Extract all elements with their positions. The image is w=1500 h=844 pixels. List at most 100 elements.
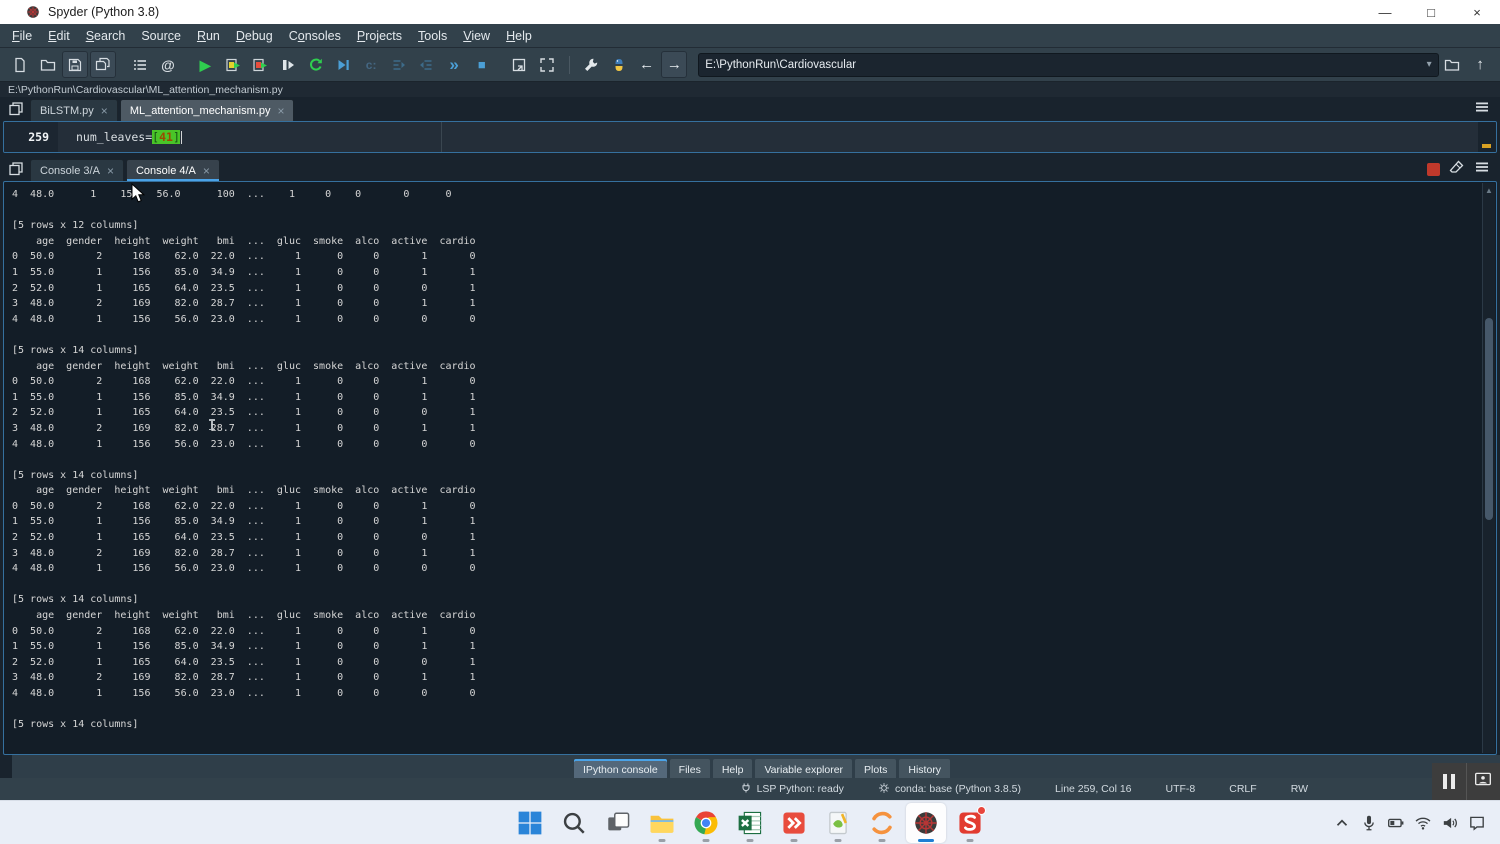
- scrollbar-up-icon[interactable]: ▲: [1483, 183, 1495, 195]
- pane-tab-bar: IPython consoleFilesHelpVariable explore…: [12, 755, 1500, 778]
- taskbar-start[interactable]: [510, 803, 550, 843]
- working-directory-input[interactable]: [705, 59, 1422, 71]
- debug-file-button[interactable]: [331, 51, 357, 78]
- editor-tab-bilstm-py[interactable]: BiLSTM.py×: [30, 99, 118, 121]
- taskbar-excel[interactable]: [730, 803, 770, 843]
- battery-icon[interactable]: [1387, 814, 1405, 832]
- run-selection-button[interactable]: [275, 51, 301, 78]
- folder-icon: [40, 57, 56, 73]
- code-line[interactable]: num_leaves=[41]: [58, 122, 182, 152]
- preferences-button[interactable]: [578, 51, 604, 78]
- cont-icon: »: [449, 56, 458, 73]
- console-output[interactable]: 4 48.0 1 156 56.0 100 ... 1 0 0 0 0 [5 r…: [4, 182, 1496, 733]
- rerun-cell-button[interactable]: [303, 51, 329, 78]
- debug-continue-button[interactable]: »: [441, 51, 467, 78]
- close-icon[interactable]: ×: [101, 104, 108, 118]
- menu-help[interactable]: Help: [498, 26, 540, 46]
- close-icon[interactable]: ×: [203, 164, 210, 178]
- scrollbar-thumb[interactable]: [1485, 318, 1493, 520]
- microphone-icon[interactable]: [1360, 814, 1378, 832]
- menu-edit[interactable]: Edit: [40, 26, 78, 46]
- close-icon[interactable]: ×: [107, 164, 114, 178]
- taskbar-chrome[interactable]: [686, 803, 726, 843]
- console-tab-console-3-a[interactable]: Console 3/A×: [30, 159, 124, 181]
- find-symbols-button[interactable]: @: [155, 51, 181, 78]
- forward-button[interactable]: →: [661, 51, 687, 78]
- wifi-icon[interactable]: [1414, 814, 1432, 832]
- console-tab-console-4-a[interactable]: Console 4/A×: [126, 159, 220, 181]
- step-into-button[interactable]: [386, 51, 412, 78]
- browse-tabs-icon[interactable]: [4, 98, 28, 120]
- editor-pane[interactable]: 259 num_leaves=[41]: [3, 121, 1497, 153]
- snapshot-button[interactable]: [1467, 763, 1500, 800]
- maximize-pane-button[interactable]: [506, 51, 532, 78]
- tray-expand-icon[interactable]: [1333, 814, 1351, 832]
- pane-tab-ipython-console[interactable]: IPython console: [574, 759, 667, 778]
- status-bar: LSP Python: ready conda: base (Python 3.…: [0, 778, 1500, 800]
- console-pane[interactable]: 4 48.0 1 156 56.0 100 ... 1 0 0 0 0 [5 r…: [3, 181, 1497, 755]
- spyder-icon: [913, 810, 939, 836]
- menu-debug[interactable]: Debug: [228, 26, 281, 46]
- taskbar-search[interactable]: [554, 803, 594, 843]
- fullscreen-button[interactable]: [534, 51, 560, 78]
- run-cell-advance-button[interactable]: [248, 51, 274, 78]
- editor-options-menu-icon[interactable]: [1474, 99, 1490, 120]
- debug-run-line-button[interactable]: c:: [358, 51, 384, 78]
- new-file-button[interactable]: [7, 51, 33, 78]
- taskbar-s-app[interactable]: [950, 803, 990, 843]
- interrupt-kernel-button[interactable]: [1427, 163, 1440, 176]
- open-directory-button[interactable]: [1440, 51, 1466, 78]
- menu-projects[interactable]: Projects: [349, 26, 410, 46]
- pause-icon: [1443, 774, 1455, 789]
- save-file-button[interactable]: [62, 51, 88, 78]
- close-icon[interactable]: ×: [277, 104, 284, 118]
- menu-file[interactable]: File: [4, 26, 40, 46]
- taskbar-red-arrows-app[interactable]: [774, 803, 814, 843]
- close-button[interactable]: ×: [1454, 0, 1500, 24]
- menu-run[interactable]: Run: [189, 26, 228, 46]
- wrench-icon: [583, 57, 599, 73]
- pause-recording-button[interactable]: [1432, 763, 1467, 800]
- menu-search[interactable]: Search: [78, 26, 134, 46]
- taskbar-spyder[interactable]: [906, 803, 946, 843]
- clear-console-icon[interactable]: [1449, 159, 1465, 180]
- outline-explorer-button[interactable]: [127, 51, 153, 78]
- menu-view[interactable]: View: [455, 26, 498, 46]
- open-file-button[interactable]: [35, 51, 61, 78]
- volume-icon[interactable]: [1441, 814, 1459, 832]
- pane-tab-files[interactable]: Files: [670, 759, 710, 778]
- runcell-icon: [225, 57, 241, 73]
- notepad-icon: [825, 810, 851, 836]
- maximize-button[interactable]: □: [1408, 0, 1454, 24]
- minimize-button[interactable]: —: [1362, 0, 1408, 24]
- at-icon: @: [161, 58, 175, 72]
- console-scrollbar[interactable]: ▲: [1482, 183, 1495, 753]
- pane-tab-plots[interactable]: Plots: [855, 759, 896, 778]
- browse-console-tabs-icon[interactable]: [4, 158, 28, 180]
- run-cell-button[interactable]: [220, 51, 246, 78]
- go-up-button[interactable]: ↑: [1467, 51, 1493, 78]
- editor-tab-ml-attention-mechanism-py[interactable]: ML_attention_mechanism.py×: [120, 99, 295, 121]
- menu-consoles[interactable]: Consoles: [281, 26, 349, 46]
- run-file-button[interactable]: ▶: [192, 51, 218, 78]
- menu-source[interactable]: Source: [133, 26, 189, 46]
- taskbar-notepad-plus-plus[interactable]: [818, 803, 858, 843]
- python-env-button[interactable]: [606, 51, 632, 78]
- taskbar-task-view[interactable]: [598, 803, 638, 843]
- step-return-button[interactable]: [414, 51, 440, 78]
- console-options-menu-icon[interactable]: [1474, 159, 1490, 180]
- taskbar-orange-arcs-app[interactable]: [862, 803, 902, 843]
- notifications-icon[interactable]: [1468, 814, 1486, 832]
- pane-tab-history[interactable]: History: [899, 759, 950, 778]
- pane-tab-help[interactable]: Help: [713, 759, 753, 778]
- working-directory-box: ▾: [698, 53, 1438, 77]
- chevron-down-icon[interactable]: ▾: [1427, 59, 1432, 70]
- save-all-button[interactable]: [90, 51, 116, 78]
- menu-tools[interactable]: Tools: [410, 26, 455, 46]
- taskbar-file-explorer[interactable]: [642, 803, 682, 843]
- back-button[interactable]: ←: [634, 51, 660, 78]
- editor-scrollbar[interactable]: [1478, 122, 1496, 152]
- running-indicator: [659, 839, 666, 842]
- stop-debug-button[interactable]: ■: [469, 51, 495, 78]
- pane-tab-variable-explorer[interactable]: Variable explorer: [755, 759, 852, 778]
